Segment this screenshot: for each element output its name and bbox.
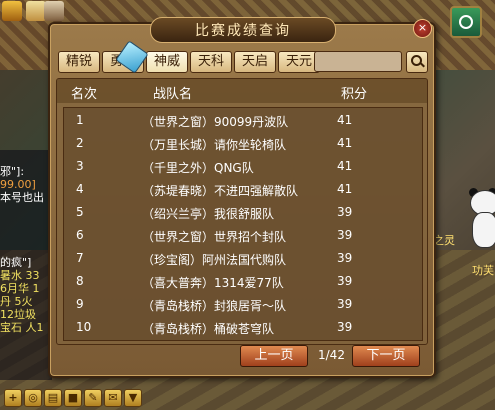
table-header: 名次 战队名 积分: [57, 79, 427, 103]
tab-tianke[interactable]: 天科: [190, 51, 232, 73]
team-cell: （青岛栈桥）桶破苍穹队: [142, 322, 275, 336]
rank-cell: 4: [76, 182, 84, 196]
brush-icon[interactable]: ✎: [84, 389, 102, 407]
team-cell: （苏堤春晓）不进四强解散队: [142, 184, 299, 198]
search-button[interactable]: [406, 51, 428, 73]
npc-label: 之灵: [433, 234, 455, 247]
chat-bubble-icon[interactable]: ✉: [104, 389, 122, 407]
dialog-title-plate: 比赛成绩查询: [150, 17, 336, 43]
rank-cell: 8: [76, 274, 84, 288]
table-row[interactable]: 8 （喜大普奔）1314爱77队 39: [64, 270, 422, 293]
score-cell: 41: [337, 182, 353, 196]
table-row[interactable]: 5 （绍兴兰亭）我很舒服队 39: [64, 201, 422, 224]
rank-cell: 6: [76, 228, 84, 242]
rank-cell: 3: [76, 159, 84, 173]
table-body: 1 （世界之窗）90099丹波队 41 2 （万里长城）请你坐轮椅队 41 3 …: [63, 107, 423, 341]
tab-tianqi[interactable]: 天启: [234, 51, 276, 73]
search-input[interactable]: [314, 51, 402, 72]
table-row[interactable]: 4 （苏堤春晓）不进四强解散队 41: [64, 178, 422, 201]
lock-icon[interactable]: ■: [64, 389, 82, 407]
score-cell: 41: [337, 159, 353, 173]
calendar-icon[interactable]: [44, 1, 64, 21]
search-icon[interactable]: ◎: [24, 389, 42, 407]
prev-page-button[interactable]: 上一页: [240, 345, 308, 367]
rank-cell: 10: [76, 320, 92, 334]
score-cell: 39: [337, 297, 353, 311]
table-row[interactable]: 1 （世界之窗）90099丹波队 41: [64, 109, 422, 132]
table-row[interactable]: 2 （万里长城）请你坐轮椅队 41: [64, 132, 422, 155]
minimap-button[interactable]: [450, 6, 482, 38]
table-row[interactable]: 9 （青岛栈桥）封狼居胥～队 39: [64, 293, 422, 316]
score-cell: 39: [337, 251, 353, 265]
chat-line: 邪"]:: [0, 165, 25, 178]
chat-line: 宝石 人1: [0, 321, 44, 334]
chat-line: 12垃圾: [0, 308, 36, 321]
chat-line: 丹 5火: [0, 295, 33, 308]
score-cell: 41: [337, 113, 353, 127]
table-row[interactable]: 7 （珍宝阁）阿州法国代购队 39: [64, 247, 422, 270]
list-icon[interactable]: ▤: [44, 389, 62, 407]
column-team: 战队名: [153, 87, 193, 102]
chat-line: [0, 217, 52, 230]
rank-cell: 5: [76, 205, 84, 219]
chat-line: [0, 204, 52, 217]
team-cell: （万里长城）请你坐轮椅队: [142, 138, 287, 152]
team-cell: （千里之外）QNG队: [142, 161, 254, 175]
team-cell: （世界之窗）90099丹波队: [142, 115, 289, 129]
column-score: 积分: [341, 87, 368, 102]
table-row[interactable]: 10 （青岛栈桥）桶破苍穹队 39: [64, 316, 422, 339]
dropdown-icon[interactable]: ▼: [124, 389, 142, 407]
chat-line: 99.00]: [0, 178, 36, 191]
chat-log: 邪"]: 99.00] 本号也出 的疯"] 暑水 33 6月华 1 丹 5火 1…: [0, 165, 52, 334]
close-button[interactable]: ×: [413, 19, 432, 38]
score-cell: 39: [337, 274, 353, 288]
player-avatar-icon[interactable]: [2, 1, 22, 21]
tab-shenwei[interactable]: 神威: [146, 51, 188, 73]
add-icon[interactable]: +: [4, 389, 22, 407]
table-row[interactable]: 6 （世界之窗）世界招个封队 39: [64, 224, 422, 247]
team-cell: （喜大普奔）1314爱77队: [142, 276, 284, 290]
team-cell: （青岛栈桥）封狼居胥～队: [142, 299, 287, 313]
character-icon[interactable]: [26, 1, 46, 21]
score-cell: 39: [337, 320, 353, 334]
chat-line: [0, 243, 52, 256]
column-rank: 名次: [71, 87, 98, 102]
bottom-toolbar: + ◎ ▤ ■ ✎ ✉ ▼: [4, 389, 142, 407]
score-cell: 39: [337, 205, 353, 219]
chat-line: [0, 230, 52, 243]
score-cell: 41: [337, 136, 353, 150]
team-cell: （世界之窗）世界招个封队: [142, 230, 287, 244]
team-cell: （绍兴兰亭）我很舒服队: [142, 207, 275, 221]
chat-line: 6月华 1: [0, 282, 40, 295]
panda-npc[interactable]: [466, 188, 495, 250]
division-tabs: 精锐 勇武 神威 天科 天启 天元: [58, 51, 320, 73]
results-table: 名次 战队名 积分 1 （世界之窗）90099丹波队 41 2 （万里长城）请你…: [56, 78, 428, 345]
npc-label: 功芙: [472, 264, 494, 277]
tab-jingrui[interactable]: 精锐: [58, 51, 100, 73]
rank-cell: 9: [76, 297, 84, 311]
score-query-dialog: 比赛成绩查询 × 精锐 勇武 神威 天科 天启 天元 名次 战队名 积分 1 （…: [48, 17, 436, 378]
team-cell: （珍宝阁）阿州法国代购队: [142, 253, 287, 267]
table-row[interactable]: 3 （千里之外）QNG队 41: [64, 155, 422, 178]
dialog-title: 比赛成绩查询: [195, 23, 291, 39]
next-page-button[interactable]: 下一页: [352, 345, 420, 367]
rank-cell: 7: [76, 251, 84, 265]
page-indicator: 1/42: [318, 348, 345, 362]
score-cell: 39: [337, 228, 353, 242]
chat-line: 暑水 33: [0, 269, 40, 282]
rank-cell: 1: [76, 113, 84, 127]
chat-line: 的疯"]: [0, 256, 32, 269]
chat-line: 本号也出: [0, 191, 44, 204]
rank-cell: 2: [76, 136, 84, 150]
